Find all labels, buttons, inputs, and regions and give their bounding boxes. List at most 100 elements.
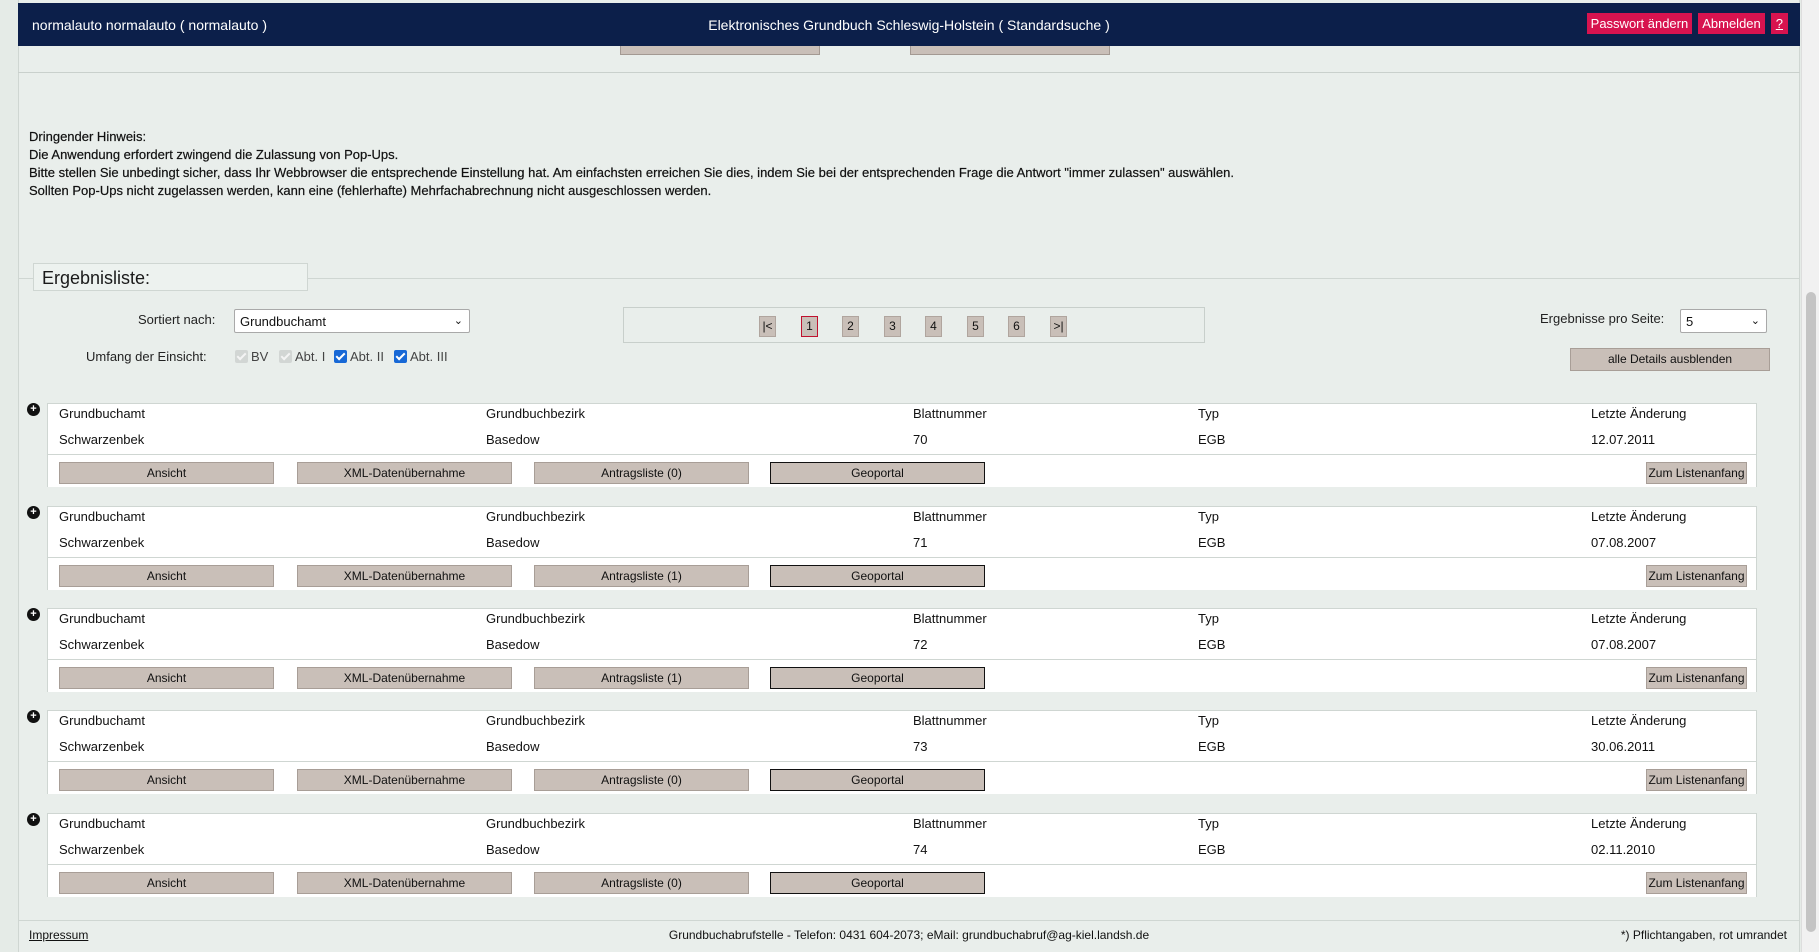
per-page-select[interactable]: 5 ⌄ [1680, 309, 1767, 333]
result-record: Grundbuchamt Grundbuchbezirk Blattnummer… [47, 403, 1757, 487]
scrollbar-thumb[interactable] [1806, 292, 1816, 932]
cell-grundbuchbezirk: Basedow [486, 637, 540, 652]
xml-import-button[interactable]: XML-Datenübernahme [297, 462, 512, 484]
xml-import-button[interactable]: XML-Datenübernahme [297, 565, 512, 587]
app-header: normalauto normalauto ( normalauto ) Ele… [18, 3, 1800, 46]
cell-blattnummer: 70 [913, 432, 928, 447]
pager-page-3[interactable]: 3 [884, 316, 901, 337]
col-header-grundbuchamt: Grundbuchamt [59, 509, 145, 524]
pager-page-5[interactable]: 5 [967, 316, 984, 337]
logout-button[interactable]: Abmelden [1698, 13, 1765, 34]
expand-icon[interactable]: + [27, 403, 40, 416]
change-password-button[interactable]: Passwort ändern [1586, 13, 1693, 34]
view-button[interactable]: Ansicht [59, 565, 274, 587]
footer: Impressum Grundbuchabrufstelle - Telefon… [18, 920, 1800, 952]
notice-line: Die Anwendung erfordert zwingend die Zul… [29, 147, 399, 162]
request-list-button[interactable]: Antragsliste (0) [534, 872, 749, 894]
cell-grundbuchamt: Schwarzenbek [59, 739, 145, 754]
cell-grundbuchamt: Schwarzenbek [59, 637, 145, 652]
checkbox[interactable] [334, 350, 347, 363]
scope-checkbox-abt2[interactable]: Abt. II [334, 349, 384, 364]
cell-letzte-aenderung: 30.06.2011 [1591, 739, 1656, 754]
sort-select[interactable]: Grundbuchamt ⌄ [234, 309, 470, 333]
col-header-typ: Typ [1198, 611, 1219, 626]
pager-last-button[interactable]: >| [1050, 316, 1067, 337]
request-list-button[interactable]: Antragsliste (0) [534, 769, 749, 791]
result-record: Grundbuchamt Grundbuchbezirk Blattnummer… [47, 506, 1757, 590]
geoportal-button[interactable]: Geoportal [770, 667, 985, 689]
col-header-typ: Typ [1198, 713, 1219, 728]
request-list-button[interactable]: Antragsliste (0) [534, 462, 749, 484]
cell-grundbuchamt: Schwarzenbek [59, 842, 145, 857]
cell-blattnummer: 74 [913, 842, 928, 857]
col-header-blattnummer: Blattnummer [913, 611, 987, 626]
xml-import-button[interactable]: XML-Datenübernahme [297, 769, 512, 791]
col-header-letzte-aenderung: Letzte Änderung [1591, 406, 1687, 421]
xml-import-button[interactable]: XML-Datenübernahme [297, 872, 512, 894]
col-header-grundbuchamt: Grundbuchamt [59, 816, 145, 831]
geoportal-button[interactable]: Geoportal [770, 462, 985, 484]
footer-required-note: *) Pflichtangaben, rot umrandet [1620, 928, 1787, 942]
hide-details-button[interactable]: alle Details ausblenden [1570, 348, 1770, 371]
chevron-down-icon: ⌄ [1750, 315, 1760, 327]
view-button[interactable]: Ansicht [59, 462, 274, 484]
col-header-letzte-aenderung: Letzte Änderung [1591, 509, 1687, 524]
results-legend: Ergebnisliste: [33, 263, 308, 291]
col-header-grundbuchbezirk: Grundbuchbezirk [486, 816, 585, 831]
request-list-button[interactable]: Antragsliste (1) [534, 565, 749, 587]
pager-page-4[interactable]: 4 [925, 316, 942, 337]
back-to-top-button[interactable]: Zum Listenanfang [1646, 872, 1747, 894]
col-header-letzte-aenderung: Letzte Änderung [1591, 611, 1687, 626]
geoportal-button[interactable]: Geoportal [770, 565, 985, 587]
help-button[interactable]: ? [1770, 13, 1788, 34]
view-button[interactable]: Ansicht [59, 872, 274, 894]
expand-icon[interactable]: + [27, 608, 40, 621]
expand-icon[interactable]: + [27, 813, 40, 826]
back-to-top-button[interactable]: Zum Listenanfang [1646, 565, 1747, 587]
expand-icon[interactable]: + [27, 710, 40, 723]
col-header-grundbuchamt: Grundbuchamt [59, 611, 145, 626]
view-button[interactable]: Ansicht [59, 667, 274, 689]
pager-first-button[interactable]: |< [759, 316, 776, 337]
checkbox[interactable] [394, 350, 407, 363]
col-header-typ: Typ [1198, 406, 1219, 421]
back-to-top-button[interactable]: Zum Listenanfang [1646, 667, 1747, 689]
app-title: Elektronisches Grundbuch Schleswig-Holst… [708, 17, 1110, 33]
result-record: Grundbuchamt Grundbuchbezirk Blattnummer… [47, 813, 1757, 897]
pager-page-6[interactable]: 6 [1008, 316, 1025, 337]
col-header-blattnummer: Blattnummer [913, 816, 987, 831]
pagination: |< 1 2 3 4 5 6 >| [623, 307, 1205, 343]
col-header-grundbuchbezirk: Grundbuchbezirk [486, 713, 585, 728]
popup-notice: Dringender Hinweis: Die Anwendung erford… [29, 128, 1529, 200]
expand-icon[interactable]: + [27, 506, 40, 519]
col-header-blattnummer: Blattnummer [913, 406, 987, 421]
geoportal-button[interactable]: Geoportal [770, 769, 985, 791]
col-header-typ: Typ [1198, 509, 1219, 524]
cell-grundbuchbezirk: Basedow [486, 535, 540, 550]
request-list-button[interactable]: Antragsliste (1) [534, 667, 749, 689]
search-button-remnant[interactable] [910, 46, 1110, 55]
geoportal-button[interactable]: Geoportal [770, 872, 985, 894]
cell-grundbuchbezirk: Basedow [486, 842, 540, 857]
result-record: Grundbuchamt Grundbuchbezirk Blattnummer… [47, 608, 1757, 692]
xml-import-button[interactable]: XML-Datenübernahme [297, 667, 512, 689]
col-header-letzte-aenderung: Letzte Änderung [1591, 713, 1687, 728]
cell-blattnummer: 71 [913, 535, 928, 550]
scope-label: Umfang der Einsicht: [86, 349, 207, 364]
col-header-grundbuchbezirk: Grundbuchbezirk [486, 509, 585, 524]
result-record: Grundbuchamt Grundbuchbezirk Blattnummer… [47, 710, 1757, 794]
pager-page-1[interactable]: 1 [801, 316, 818, 337]
view-button[interactable]: Ansicht [59, 769, 274, 791]
back-to-top-button[interactable]: Zum Listenanfang [1646, 462, 1747, 484]
pager-page-2[interactable]: 2 [842, 316, 859, 337]
notice-line: Sollten Pop-Ups nicht zugelassen werden,… [29, 183, 712, 198]
cell-typ: EGB [1198, 637, 1226, 652]
vertical-scrollbar[interactable] [1801, 0, 1819, 952]
col-header-grundbuchbezirk: Grundbuchbezirk [486, 611, 585, 626]
scope-checkbox-abt3[interactable]: Abt. III [394, 349, 448, 364]
cell-typ: EGB [1198, 535, 1226, 550]
back-to-top-button[interactable]: Zum Listenanfang [1646, 769, 1747, 791]
notice-line: Bitte stellen Sie unbedingt sicher, dass… [29, 165, 1234, 180]
cell-blattnummer: 72 [913, 637, 928, 652]
search-button-remnant[interactable] [620, 46, 820, 55]
